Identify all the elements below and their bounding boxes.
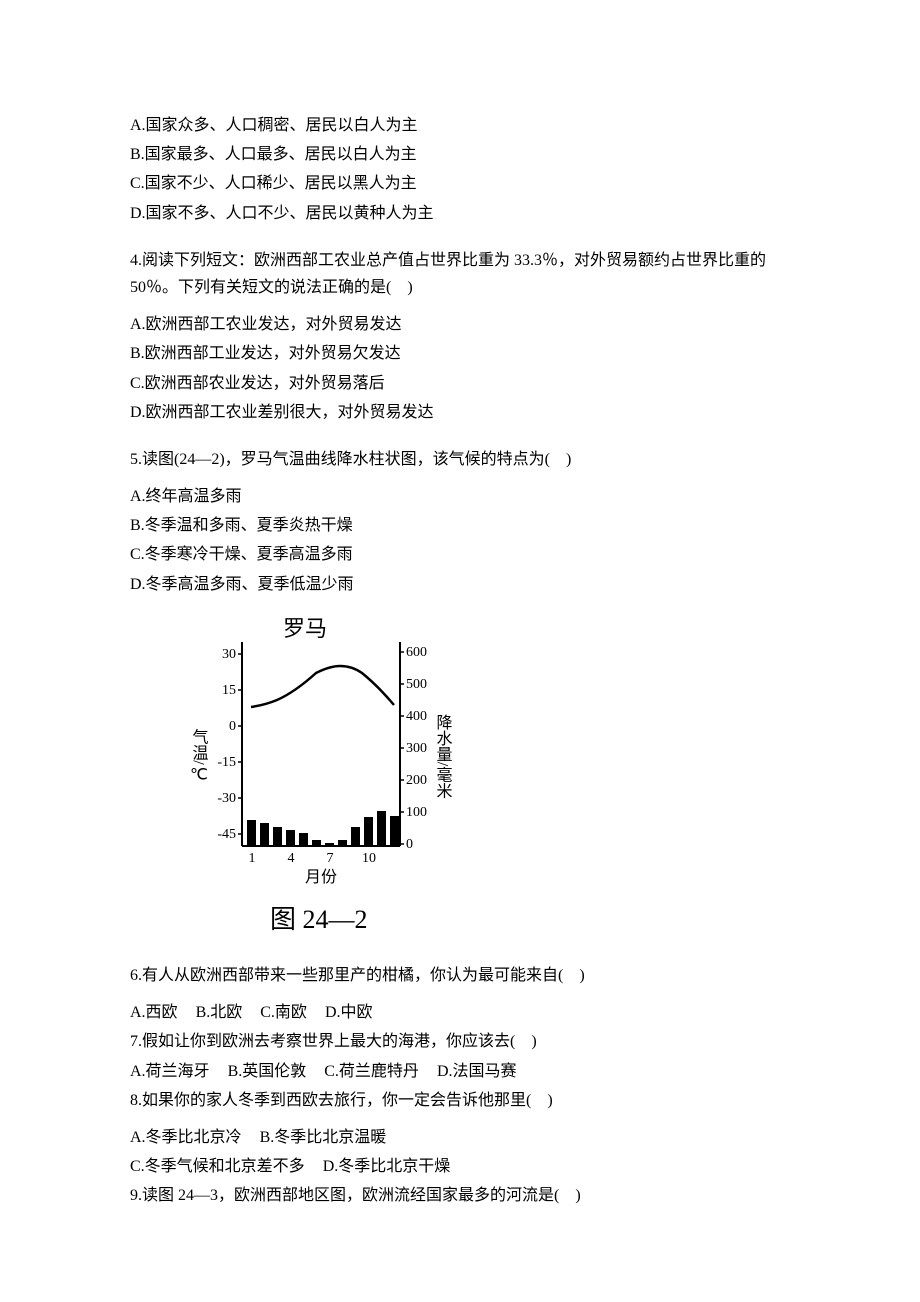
q6-stem: 6.有人从欧洲西部带来一些那里产的柑橘，你认为最可能来自( ) — [130, 962, 790, 989]
q5-option-d: D.冬季高温多雨、夏季低温少雨 — [130, 571, 790, 598]
climate-chart: 罗马 30 15 0 -15 -30 -45 — [180, 616, 790, 942]
q6-option-a: A.西欧 — [130, 1004, 178, 1021]
chart-title: 罗马 — [283, 616, 327, 641]
q3-option-b: B.国家最多、人口最多、居民以白人为主 — [130, 141, 790, 168]
right-axis-label: 降水量/毫米 — [434, 714, 453, 799]
right-tick-400: 400 — [406, 709, 427, 724]
left-axis-label: 气温/℃ — [190, 728, 209, 783]
q4-option-a: A.欧洲西部工农业发达，对外贸易发达 — [130, 311, 790, 338]
q8-stem: 8.如果你的家人冬季到西欧去旅行，你一定会告诉他那里( ) — [130, 1087, 790, 1114]
q6-option-d: D.中欧 — [325, 1004, 373, 1021]
right-tick-100: 100 — [406, 805, 427, 820]
q6-options: A.西欧 B.北欧 C.南欧 D.中欧 — [130, 999, 790, 1026]
q6-option-b: B.北欧 — [196, 1004, 243, 1021]
q3-option-c: C.国家不少、人口稀少、居民以黑人为主 — [130, 170, 790, 197]
left-tick-0: 0 — [229, 719, 236, 734]
right-tick-300: 300 — [406, 741, 427, 756]
q7-option-d: D.法国马赛 — [437, 1063, 517, 1080]
q5-option-b: B.冬季温和多雨、夏季炎热干燥 — [130, 512, 790, 539]
right-tick-200: 200 — [406, 773, 427, 788]
chart-svg: 罗马 30 15 0 -15 -30 -45 — [180, 616, 460, 896]
x-tick-4: 4 — [288, 851, 295, 866]
left-tick-n15: -15 — [217, 755, 236, 770]
q7-stem: 7.假如让你到欧洲去考察世界上最大的海港，你应该去( ) — [130, 1028, 790, 1055]
q3-option-a: A.国家众多、人口稠密、居民以白人为主 — [130, 112, 790, 139]
q7-option-c: C.荷兰鹿特丹 — [324, 1063, 419, 1080]
x-tick-1: 1 — [249, 851, 256, 866]
temp-curve — [251, 666, 394, 707]
q4-stem: 4.阅读下列短文：欧洲西部工农业总产值占世界比重为 33.3％，对外贸易额约占世… — [130, 247, 790, 301]
left-tick-n45: -45 — [217, 827, 236, 842]
q8-option-c: C.冬季气候和北京差不多 — [130, 1158, 305, 1175]
q4-option-b: B.欧洲西部工业发达，对外贸易欠发达 — [130, 340, 790, 367]
q4-option-c: C.欧洲西部农业发达，对外贸易落后 — [130, 370, 790, 397]
x-axis-label: 月份 — [305, 868, 337, 886]
q5-option-a: A.终年高温多雨 — [130, 483, 790, 510]
q4-option-d: D.欧洲西部工农业差别很大，对外贸易发达 — [130, 399, 790, 426]
q3-option-d: D.国家不多、人口不少、居民以黄种人为主 — [130, 200, 790, 227]
q7-option-a: A.荷兰海牙 — [130, 1063, 210, 1080]
q7-options: A.荷兰海牙 B.英国伦敦 C.荷兰鹿特丹 D.法国马赛 — [130, 1058, 790, 1085]
q5-stem: 5.读图(24—2)，罗马气温曲线降水柱状图，该气候的特点为( ) — [130, 446, 790, 473]
right-tick-0: 0 — [406, 837, 413, 852]
right-tick-600: 600 — [406, 645, 427, 660]
left-tick-30: 30 — [222, 647, 236, 662]
q8-option-d: D.冬季比北京干燥 — [323, 1158, 451, 1175]
q5-option-c: C.冬季寒冷干燥、夏季高温多雨 — [130, 541, 790, 568]
q8-options-row1: A.冬季比北京冷 B.冬季比北京温暖 — [130, 1124, 790, 1151]
document-page: A.国家众多、人口稠密、居民以白人为主 B.国家最多、人口最多、居民以白人为主 … — [0, 0, 920, 1302]
x-tick-7: 7 — [327, 851, 334, 866]
q9-stem: 9.读图 24—3，欧洲西部地区图，欧洲流经国家最多的河流是( ) — [130, 1182, 790, 1209]
precip-bars — [247, 811, 399, 846]
q7-option-b: B.英国伦敦 — [228, 1063, 307, 1080]
right-tick-500: 500 — [406, 677, 427, 692]
q8-option-a: A.冬季比北京冷 — [130, 1129, 242, 1146]
left-tick-n30: -30 — [217, 791, 236, 806]
q8-options-row2: C.冬季气候和北京差不多 D.冬季比北京干燥 — [130, 1153, 790, 1180]
q6-option-c: C.南欧 — [260, 1004, 307, 1021]
chart-caption: 图 24—2 — [270, 898, 790, 942]
q8-option-b: B.冬季比北京温暖 — [260, 1129, 387, 1146]
left-tick-15: 15 — [222, 683, 236, 698]
x-tick-10: 10 — [362, 851, 376, 866]
